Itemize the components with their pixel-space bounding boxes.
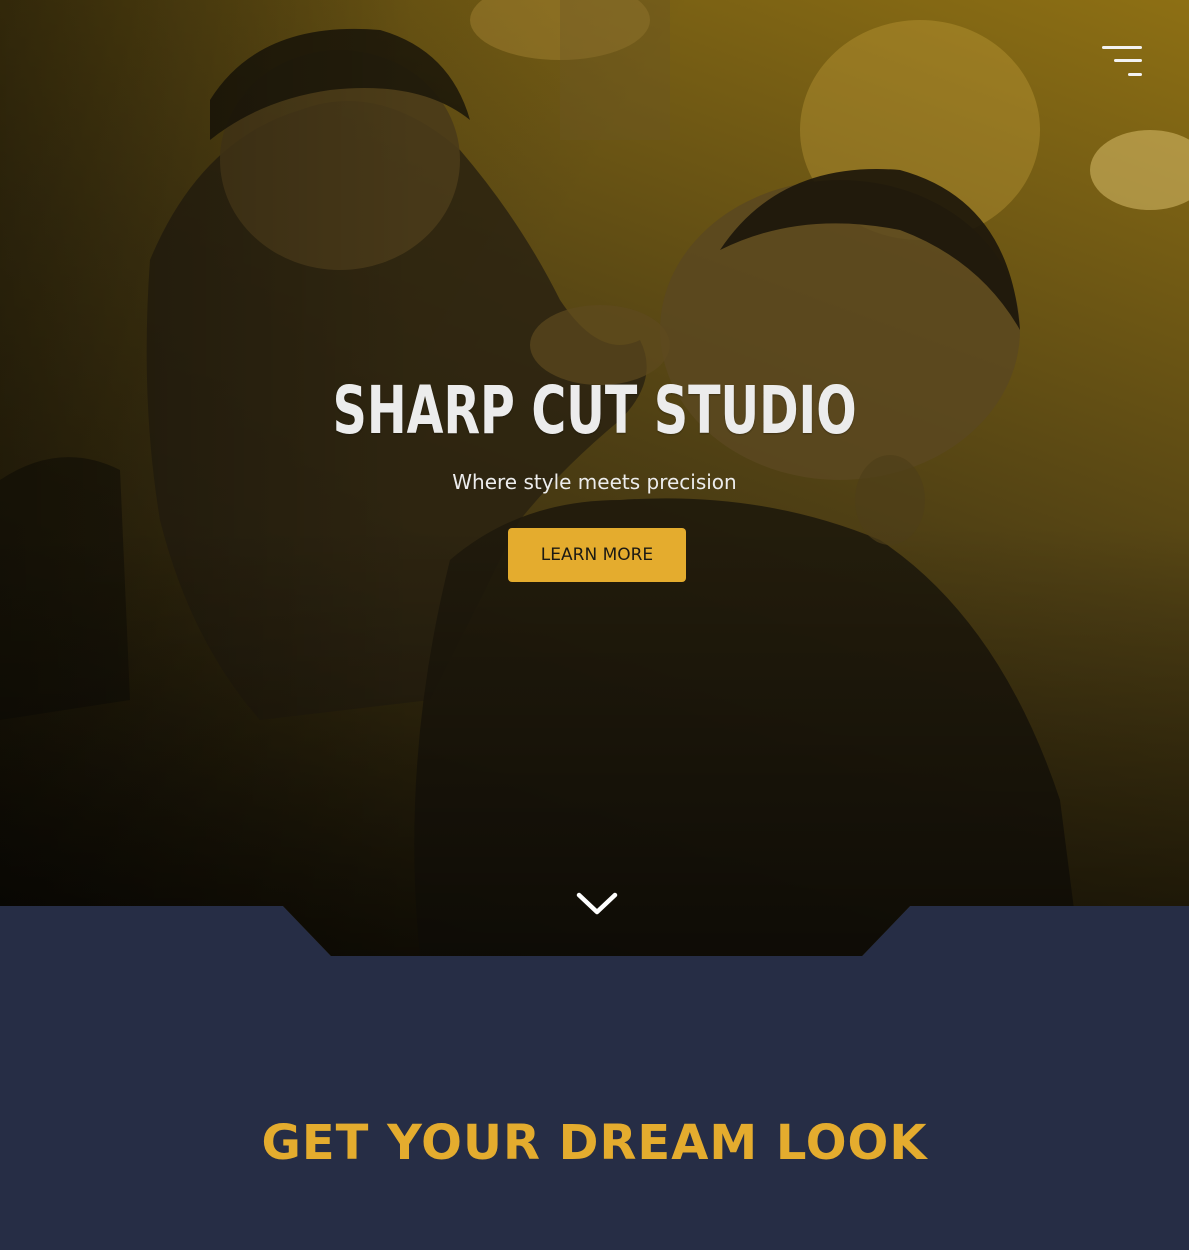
menu-line: [1102, 46, 1142, 49]
menu-line: [1114, 59, 1142, 62]
chevron-down-icon[interactable]: [574, 886, 620, 922]
page: SHARP CUT STUDIO Where style meets preci…: [0, 0, 1189, 1250]
hamburger-menu-icon[interactable]: [1098, 44, 1144, 80]
hero-section: SHARP CUT STUDIO Where style meets preci…: [0, 0, 1189, 956]
learn-more-button[interactable]: LEARN MORE: [508, 528, 686, 582]
hero-title: SHARP CUT STUDIO: [332, 372, 857, 449]
section-heading: GET YOUR DREAM LOOK: [261, 1115, 928, 1171]
menu-line: [1128, 73, 1142, 76]
hero-subtitle: Where style meets precision: [452, 470, 737, 494]
